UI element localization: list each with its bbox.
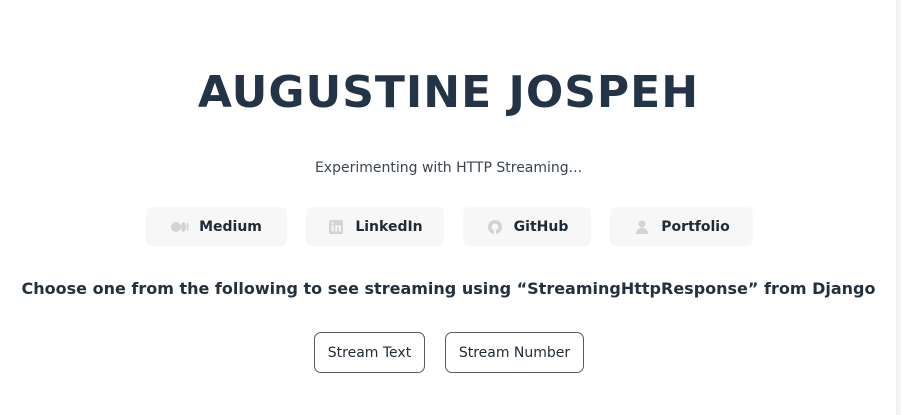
stream-number-button[interactable]: Stream Number <box>445 332 584 373</box>
page-subtitle: Experimenting with HTTP Streaming... <box>314 160 583 176</box>
linkedin-link[interactable]: LinkedIn <box>306 207 444 246</box>
github-link[interactable]: GitHub <box>463 207 591 246</box>
linkedin-link-label: LinkedIn <box>355 218 423 235</box>
social-links: Medium LinkedIn GitHub Portfolio <box>0 207 897 246</box>
portfolio-icon <box>633 220 651 234</box>
medium-link-label: Medium <box>199 218 262 235</box>
portfolio-link-label: Portfolio <box>661 218 730 235</box>
portfolio-link[interactable]: Portfolio <box>610 207 753 246</box>
page-title: AUGUSTINE JOSPEH <box>197 67 700 118</box>
github-link-label: GitHub <box>513 218 569 235</box>
github-icon <box>486 219 504 234</box>
medium-link[interactable]: Medium <box>146 207 287 246</box>
stream-prompt: Choose one from the following to see str… <box>21 279 876 298</box>
medium-icon <box>171 220 189 234</box>
stream-text-button[interactable]: Stream Text <box>314 332 425 373</box>
window-edge <box>896 0 901 415</box>
linkedin-icon <box>327 219 345 234</box>
page: AUGUSTINE JOSPEH Experimenting with HTTP… <box>0 0 897 415</box>
